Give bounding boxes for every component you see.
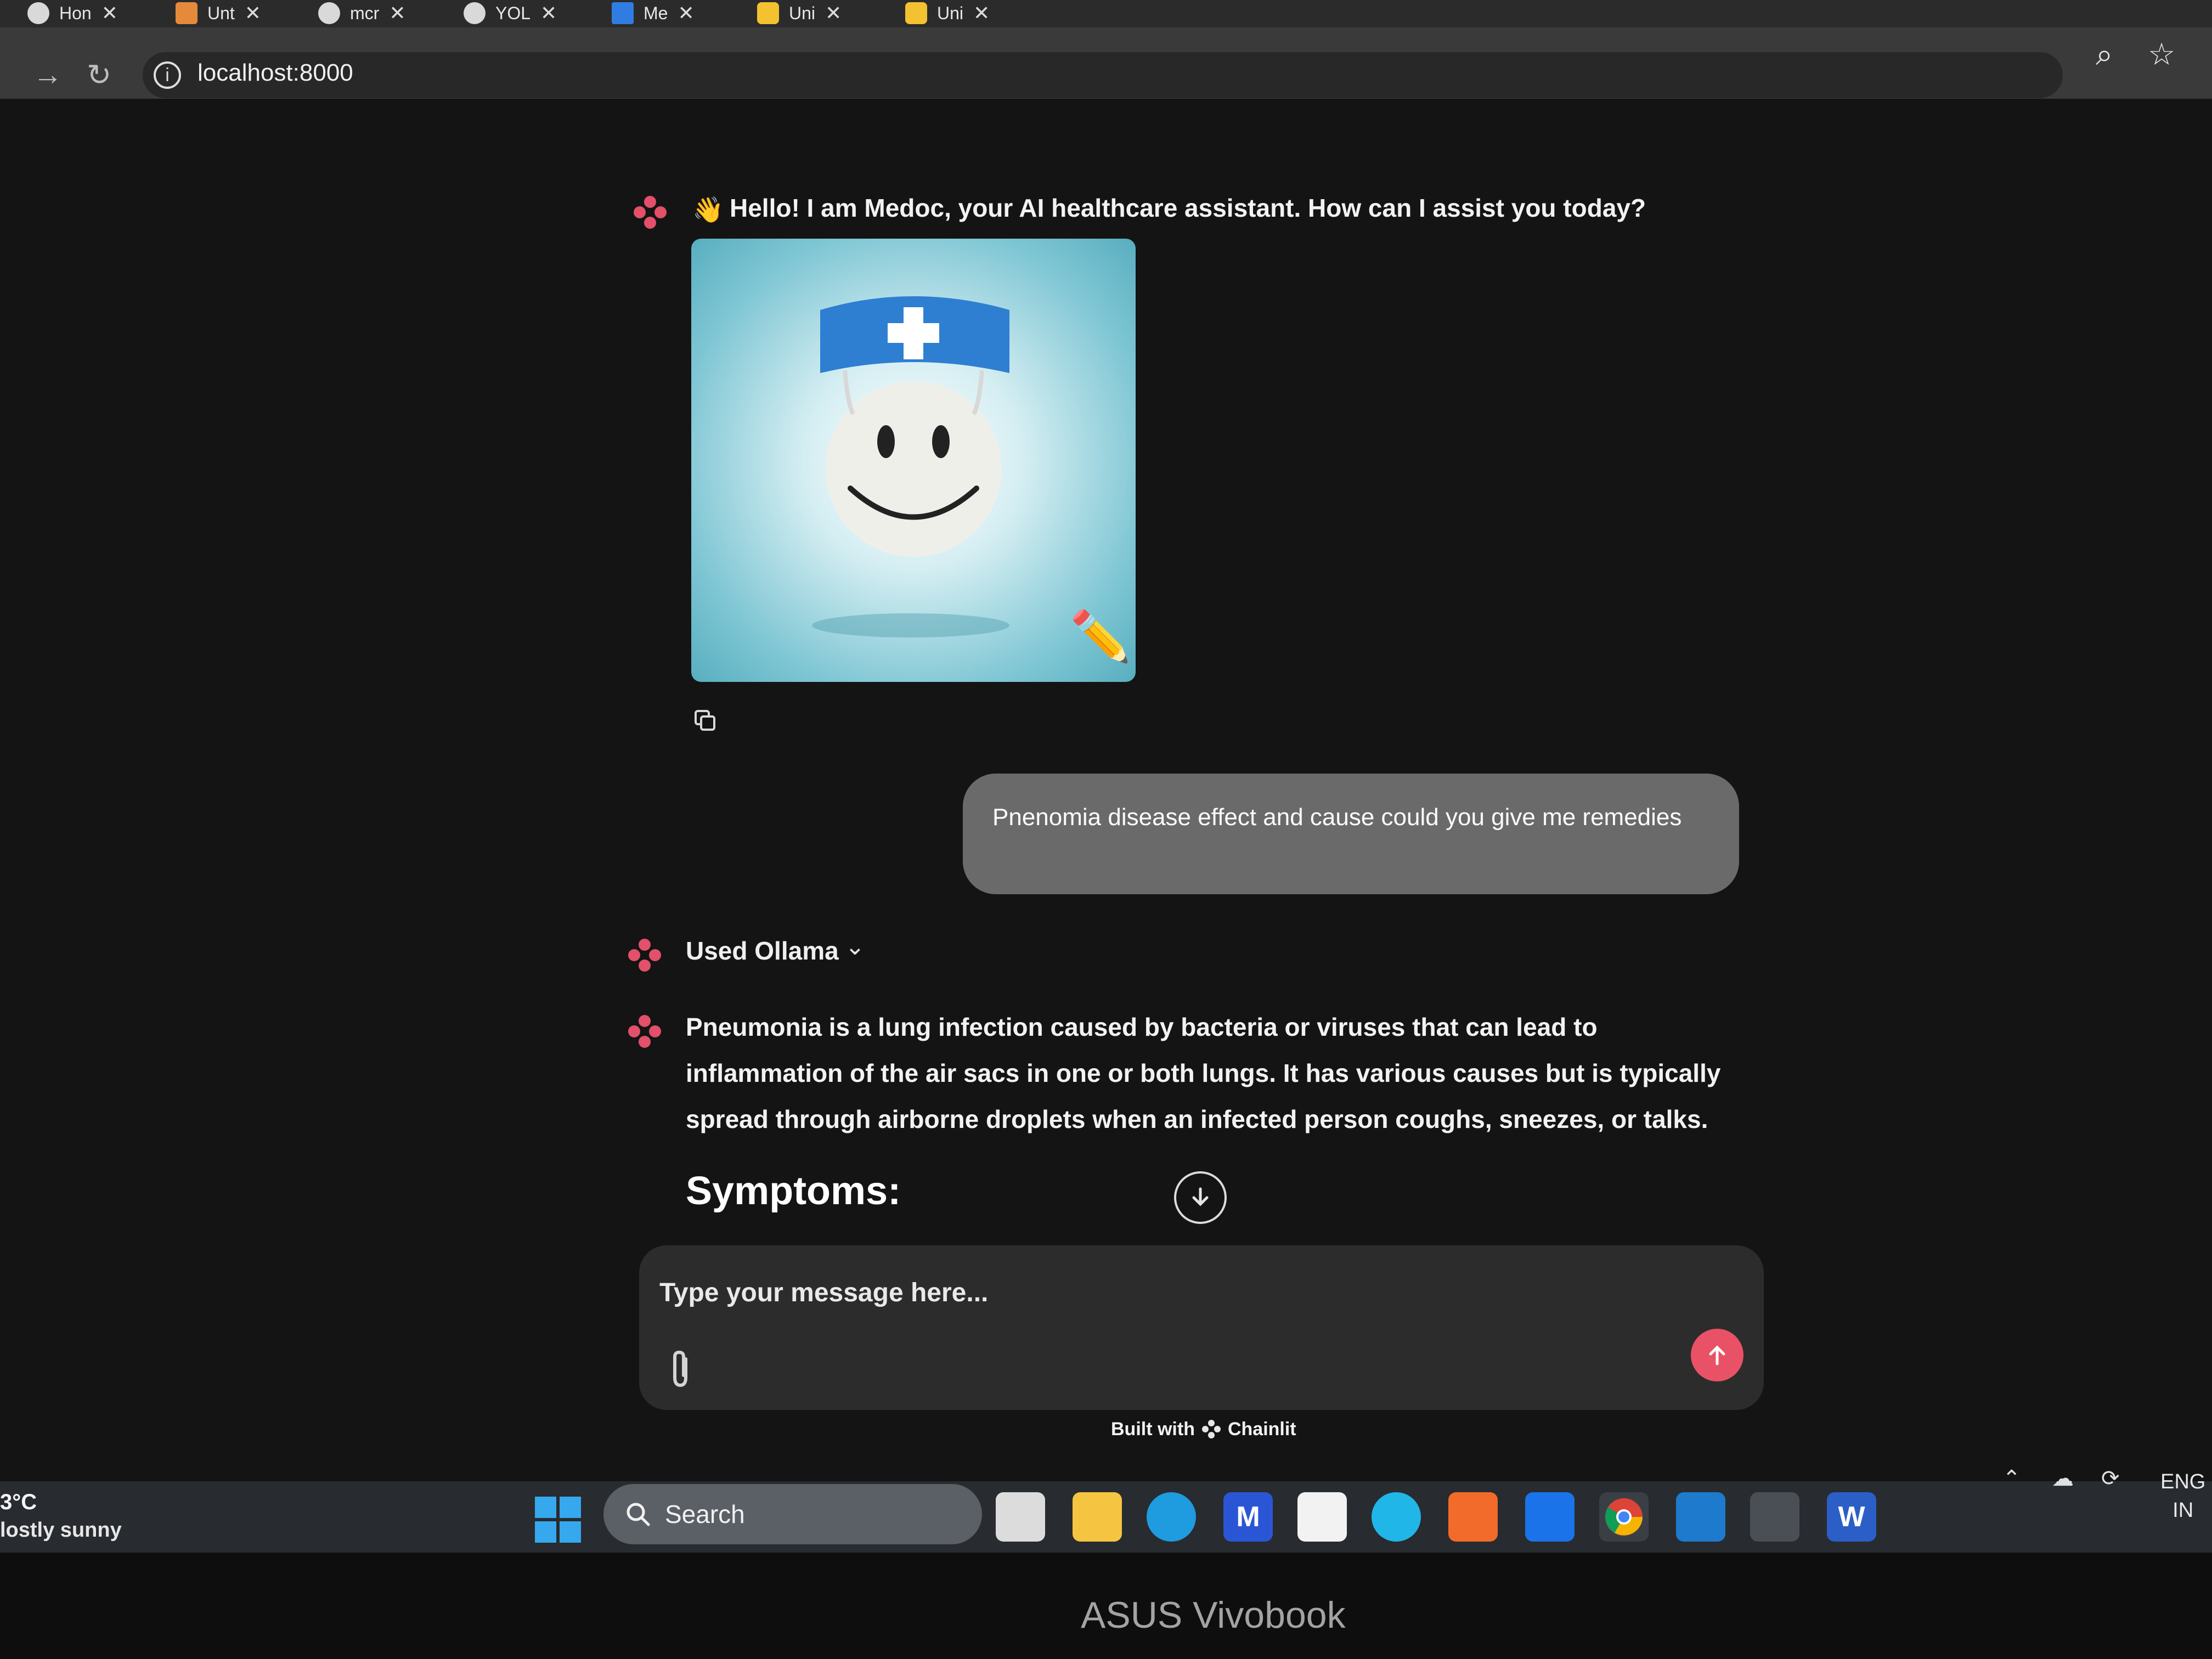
section-heading: Symptoms:	[686, 1169, 901, 1213]
medoc-illustration	[691, 239, 1136, 682]
tab-favicon-icon	[757, 2, 779, 24]
windows-start-icon[interactable]	[535, 1497, 581, 1543]
forward-arrow-icon[interactable]: →	[33, 58, 63, 92]
tab-label: mcr	[350, 3, 380, 23]
copy-icon[interactable]	[693, 709, 718, 733]
browser-tab[interactable]: Uni ✕	[757, 0, 842, 26]
close-icon[interactable]: ✕	[101, 2, 118, 25]
github-icon	[318, 2, 340, 24]
waving-hand-icon: 👋	[692, 195, 724, 224]
tab-label: Me	[644, 3, 668, 23]
assistant-avatar-icon	[628, 1015, 661, 1048]
built-with-label: Built with	[1111, 1418, 1195, 1440]
taskbar-search[interactable]: Search	[603, 1484, 982, 1544]
arrow-down-icon	[1192, 1187, 1209, 1206]
tab-label: Hon	[59, 3, 92, 23]
message-composer	[639, 1245, 1764, 1410]
tab-favicon-icon	[612, 2, 634, 24]
terminal-icon[interactable]	[1750, 1492, 1799, 1542]
paperclip-icon[interactable]	[664, 1347, 697, 1391]
tab-label: YOL	[495, 3, 531, 23]
assistant-answer: Pneumonia is a lung infection caused by …	[686, 1013, 1721, 1133]
weather-description[interactable]: lostly sunny	[0, 1519, 122, 1542]
scroll-to-bottom-button[interactable]	[1174, 1171, 1227, 1224]
close-icon[interactable]: ✕	[678, 2, 694, 25]
built-with-footer: Built with Chainlit	[1111, 1418, 1296, 1440]
assistant-avatar-icon	[628, 939, 661, 972]
browser-tab[interactable]: Uni ✕	[905, 0, 990, 26]
tab-label: Uni	[937, 3, 964, 23]
close-icon[interactable]: ✕	[389, 2, 405, 25]
outlook-icon[interactable]	[1525, 1492, 1575, 1542]
chevron-down-icon[interactable]: ⌄	[845, 933, 865, 961]
chrome-logo-icon	[1605, 1498, 1643, 1536]
zoom-icon[interactable]: ⌕	[2096, 36, 2113, 73]
tab-label: Unt	[207, 3, 235, 23]
close-icon[interactable]: ✕	[245, 2, 261, 25]
reload-icon[interactable]: ↻	[87, 58, 111, 92]
search-icon	[627, 1503, 650, 1526]
cortana-icon[interactable]	[1372, 1492, 1421, 1542]
browser-tab[interactable]: Hon ✕	[27, 0, 118, 26]
user-message-bubble: Pnenomia disease effect and cause could …	[963, 774, 1739, 894]
weather-temperature[interactable]: 3°C	[0, 1490, 37, 1515]
laptop-brand: ASUS Vivobook	[1081, 1594, 1346, 1636]
chainlit-link[interactable]: Chainlit	[1228, 1419, 1296, 1440]
word-icon[interactable]: W	[1827, 1492, 1876, 1542]
browser-tab[interactable]: mcr ✕	[318, 0, 405, 26]
region-code: IN	[2172, 1499, 2194, 1522]
tab-favicon-icon	[905, 2, 927, 24]
address-bar[interactable]	[143, 52, 2063, 98]
browser-tab[interactable]: YOL ✕	[464, 0, 557, 26]
search-label: Search	[665, 1500, 745, 1528]
cloud-icon[interactable]: ☁	[2052, 1466, 2074, 1491]
message-input[interactable]	[658, 1273, 1648, 1312]
close-icon[interactable]: ✕	[973, 2, 990, 25]
site-info-icon[interactable]: i	[154, 61, 181, 89]
security-app-icon[interactable]	[1448, 1492, 1498, 1542]
tab-label: Uni	[789, 3, 816, 23]
tab-favicon-icon	[27, 2, 49, 24]
edge-icon[interactable]	[1147, 1492, 1196, 1542]
task-view-icon[interactable]	[996, 1492, 1045, 1542]
sync-icon[interactable]: ⟳	[2101, 1466, 2120, 1491]
file-explorer-icon[interactable]	[1073, 1492, 1122, 1542]
microsoft-store-icon[interactable]	[1297, 1492, 1347, 1542]
browser-tab[interactable]: Unt ✕	[176, 0, 261, 26]
close-icon[interactable]: ✕	[540, 2, 557, 25]
bookmark-star-icon[interactable]: ☆	[2148, 36, 2175, 72]
greeting-message: Hello! I am Medoc, your AI healthcare as…	[730, 194, 1646, 222]
send-button[interactable]	[1691, 1329, 1743, 1381]
assistant-avatar-icon	[634, 196, 667, 229]
vscode-icon[interactable]	[1676, 1492, 1725, 1542]
url-text[interactable]: localhost:8000	[198, 59, 353, 87]
language-indicator[interactable]: ENG IN	[2160, 1468, 2205, 1525]
pencil-icon: ✏️	[1070, 610, 1132, 664]
chainlit-logo-icon	[1201, 1420, 1221, 1438]
tool-step-toggle[interactable]: Used Ollama	[686, 936, 839, 966]
language-code: ENG	[2160, 1470, 2206, 1493]
browser-tab[interactable]: Me ✕	[612, 0, 695, 26]
tab-favicon-icon	[176, 2, 198, 24]
tab-favicon-icon	[464, 2, 486, 24]
arrow-up-icon	[1709, 1345, 1725, 1365]
chrome-icon[interactable]	[1599, 1492, 1649, 1542]
app-icon[interactable]: M	[1223, 1492, 1273, 1542]
close-icon[interactable]: ✕	[825, 2, 842, 25]
user-message-text: Pnenomia disease effect and cause could …	[992, 804, 1682, 831]
chevron-up-icon[interactable]: ⌃	[2002, 1466, 2021, 1491]
